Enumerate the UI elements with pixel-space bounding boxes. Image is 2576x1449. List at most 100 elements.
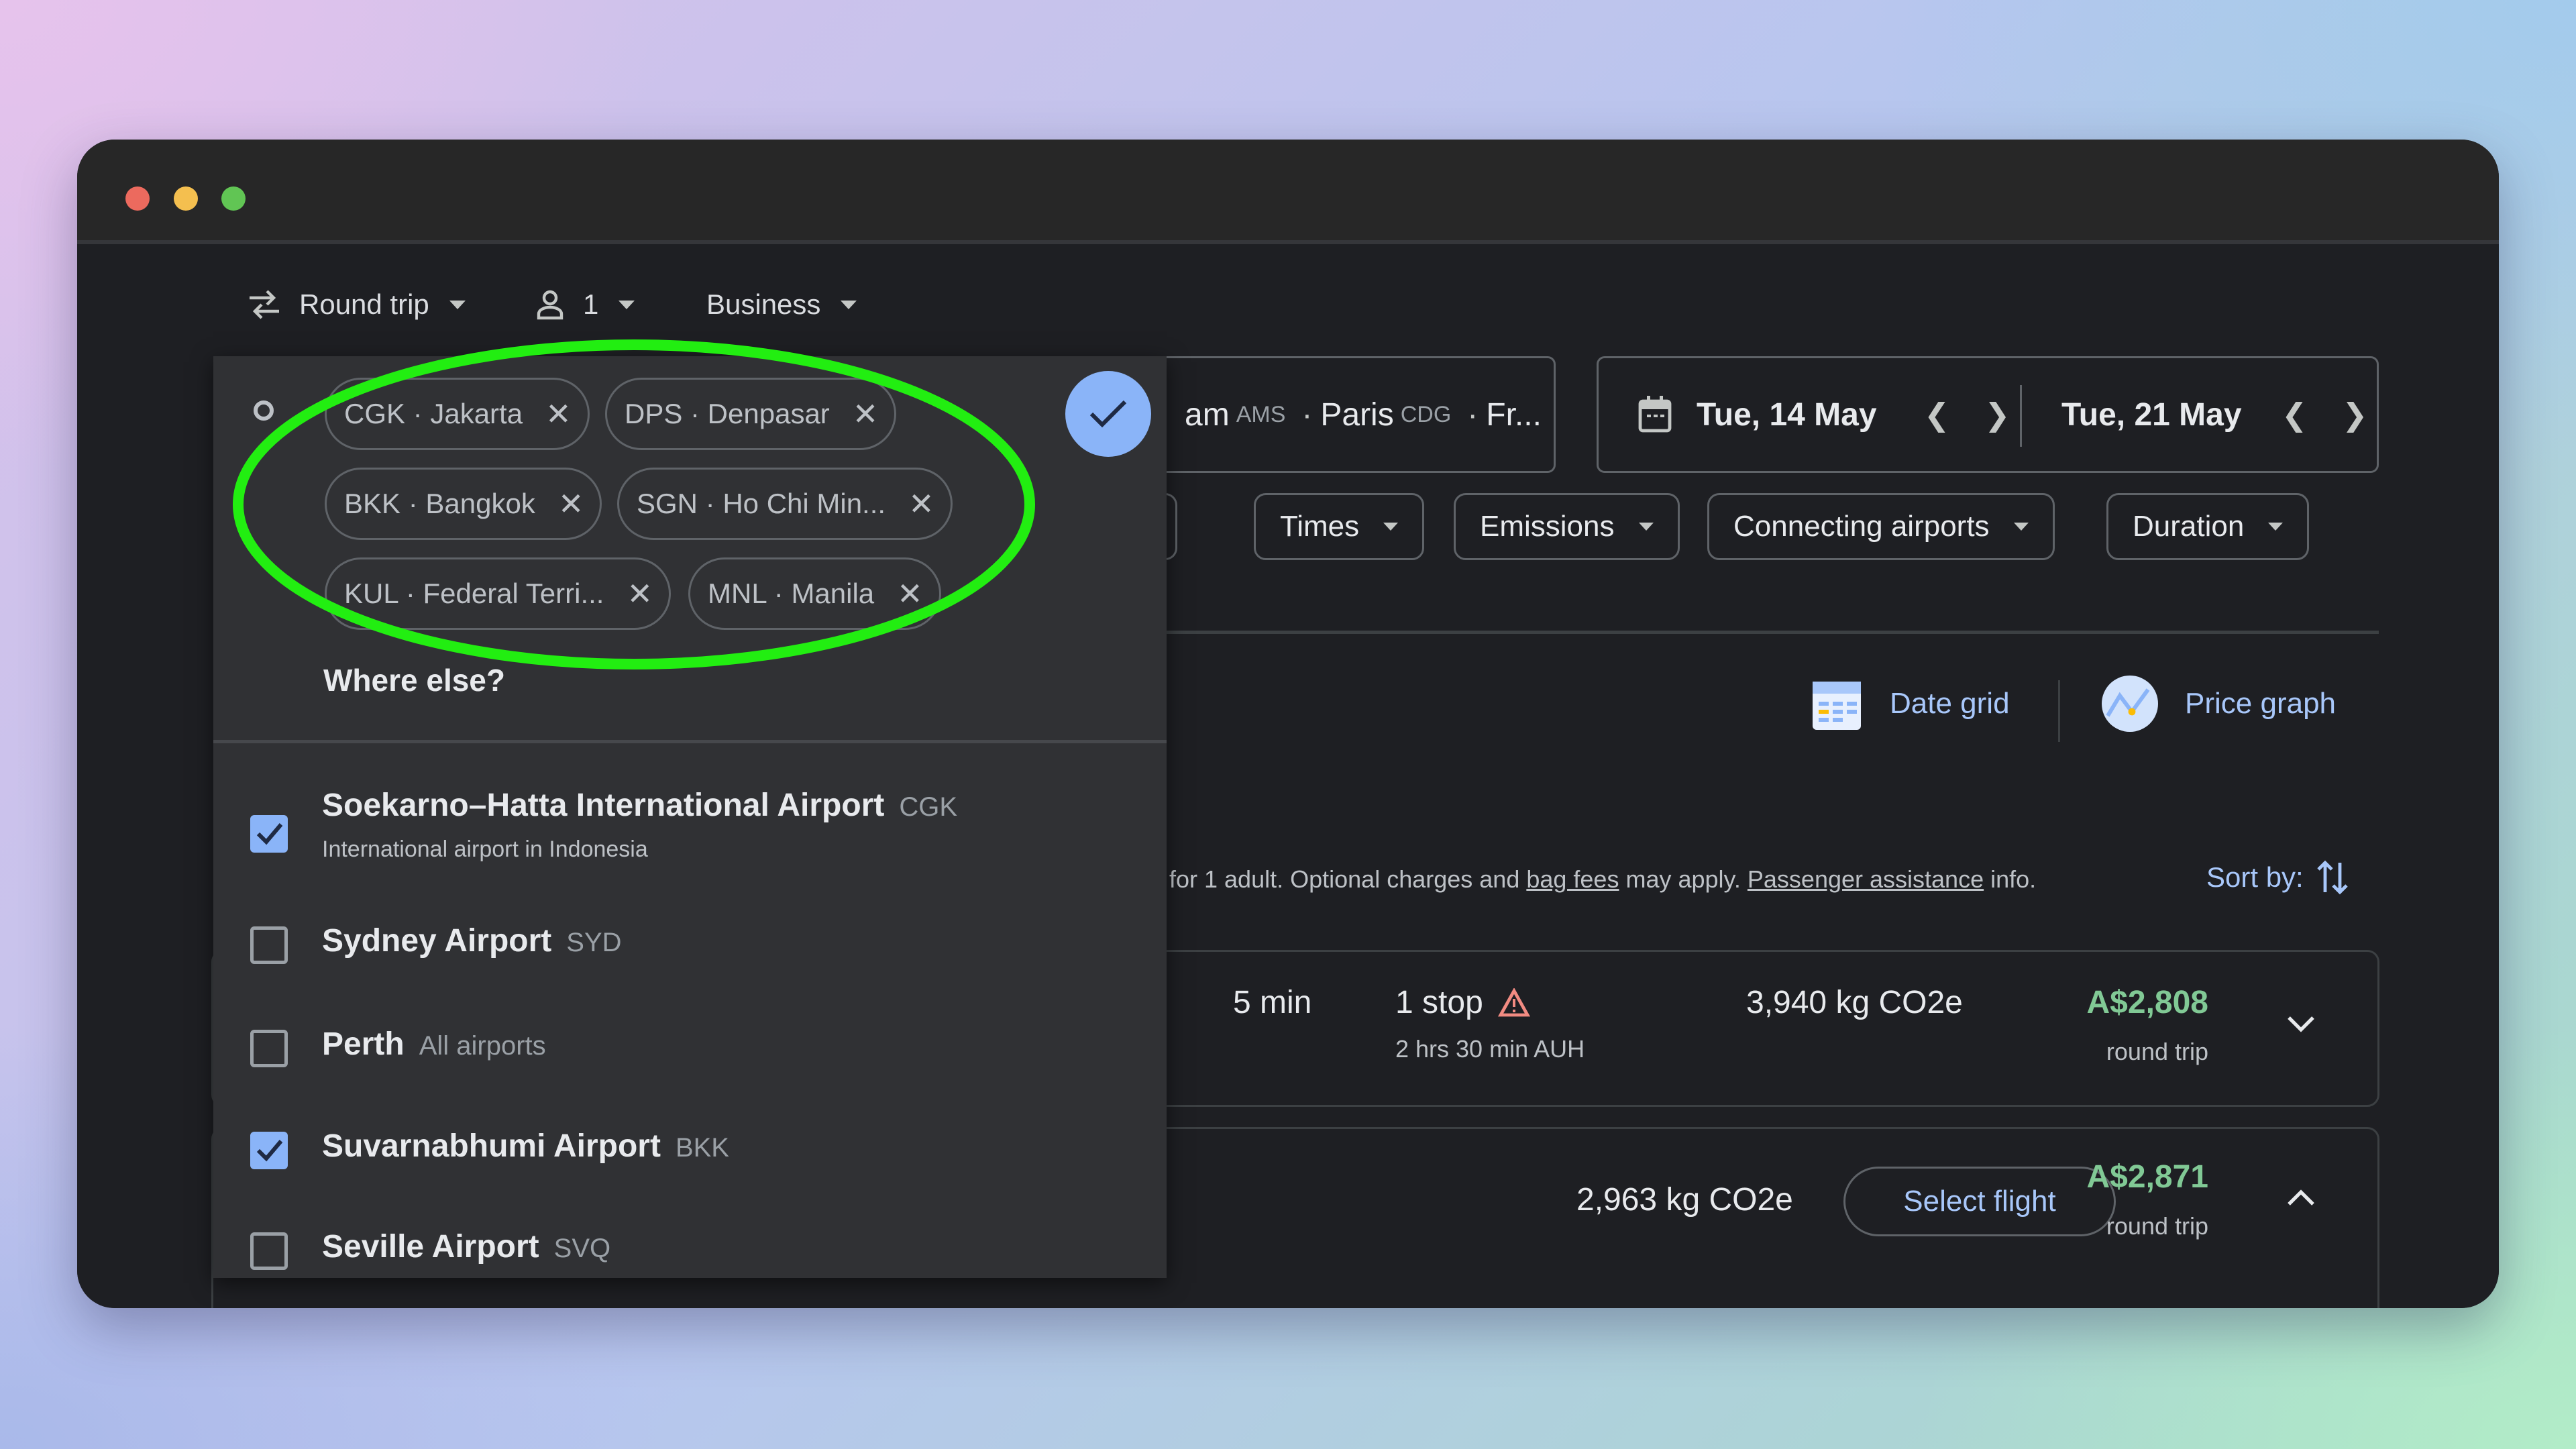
airport-name: Sydney Airport — [322, 923, 552, 959]
flight-stops: 1 stop — [1395, 985, 1483, 1020]
select-flight-label: Select flight — [1903, 1185, 2056, 1218]
caret-down-icon — [2268, 523, 2284, 531]
origin-circle-icon — [254, 400, 274, 421]
origin-chip[interactable]: DPS · Denpasar ✕ — [605, 378, 897, 450]
passenger-assistance-link[interactable]: Passenger assistance — [1748, 865, 1984, 893]
sort-arrows-icon — [2317, 860, 2348, 895]
airport-option[interactable]: Sydney Airport SYD — [213, 893, 1167, 987]
chip-label: KUL · Federal Terri... — [344, 578, 604, 609]
select-flight-button[interactable]: Select flight — [1843, 1167, 2116, 1236]
remove-chip-icon[interactable]: ✕ — [897, 576, 923, 612]
chip-label: BKK · Bangkok — [344, 488, 535, 519]
sort-by-label: Sort by: — [2206, 861, 2304, 893]
flights-page: Round trip 1 Business am AMS · Paris CDG… — [77, 244, 2499, 1308]
airport-code: BKK — [675, 1133, 729, 1163]
info-text: may apply. — [1619, 865, 1748, 893]
remove-chip-icon[interactable]: ✕ — [853, 396, 879, 432]
confirm-origins-button[interactable] — [1065, 371, 1151, 457]
filter-label: Duration — [2133, 510, 2245, 543]
price-graph-button[interactable]: Price graph — [2098, 670, 2336, 737]
checkbox-unchecked[interactable] — [250, 926, 288, 964]
origin-chip[interactable]: SGN · Ho Chi Min... ✕ — [617, 468, 953, 540]
filter-connecting-airports[interactable]: Connecting airports — [1707, 493, 2055, 560]
return-prev-day-button[interactable]: ❮ — [2282, 358, 2308, 471]
airport-code: All airports — [419, 1031, 546, 1061]
chip-label: CGK · Jakarta — [344, 398, 523, 429]
airport-description: International airport in Indonesia — [322, 837, 648, 862]
remove-chip-icon[interactable]: ✕ — [908, 486, 934, 522]
airport-option[interactable]: Suvarnabhumi Airport BKK — [213, 1098, 1167, 1192]
cabin-class-select[interactable]: Business — [706, 284, 857, 325]
chip-label: SGN · Ho Chi Min... — [637, 488, 886, 519]
title-bar — [77, 140, 2499, 244]
filter-label: Times — [1280, 510, 1360, 543]
airport-name: Seville Airport — [322, 1229, 539, 1265]
trip-type-label: Round trip — [299, 288, 429, 320]
date-grid-button[interactable]: Date grid — [1807, 670, 2010, 737]
price-note: round trip — [2106, 1212, 2208, 1240]
close-window-button[interactable] — [125, 186, 150, 211]
where-else-input[interactable]: Where else? — [323, 662, 505, 698]
flight-layover: 2 hrs 30 min AUH — [1395, 1035, 1585, 1063]
return-next-day-button[interactable]: ❯ — [2342, 358, 2368, 471]
origin-chip[interactable]: MNL · Manila ✕ — [688, 557, 941, 630]
warning-icon — [1498, 988, 1530, 1017]
remove-chip-icon[interactable]: ✕ — [558, 486, 584, 522]
caret-down-icon — [841, 300, 857, 309]
depart-date: Tue, 14 May — [1697, 396, 1877, 433]
section-divider — [1124, 631, 2379, 634]
chevron-down-icon[interactable] — [2285, 1014, 2317, 1034]
date-grid-icon — [1813, 682, 1861, 730]
separator-dot: · — [1301, 396, 1313, 433]
minimize-window-button[interactable] — [174, 186, 198, 211]
destination-field[interactable]: am AMS · Paris CDG · Fr... — [1124, 356, 1556, 473]
check-icon — [1089, 400, 1127, 428]
browser-window: Round trip 1 Business am AMS · Paris CDG… — [77, 140, 2499, 1308]
return-date-field[interactable]: Tue, 21 May — [2061, 358, 2242, 471]
chevron-up-icon[interactable] — [2285, 1188, 2317, 1208]
checkbox-unchecked[interactable] — [250, 1232, 288, 1270]
trip-type-select[interactable]: Round trip — [247, 284, 466, 325]
flight-price: A$2,808 — [2086, 985, 2208, 1020]
depart-prev-day-button[interactable]: ❮ — [1924, 358, 1950, 471]
caret-down-icon — [1638, 523, 1654, 531]
price-info-text: s for 1 adult. Optional charges and bag … — [1150, 865, 2036, 894]
airport-option[interactable]: Perth All airports — [213, 996, 1167, 1090]
depart-next-day-button[interactable]: ❯ — [1984, 358, 2010, 471]
depart-date-field[interactable]: Tue, 14 May — [1636, 358, 1877, 471]
check-icon — [256, 823, 283, 845]
date-picker: Tue, 14 May ❮ ❯ Tue, 21 May ❮ ❯ — [1597, 356, 2379, 473]
airport-name: Suvarnabhumi Airport — [322, 1128, 661, 1164]
price-graph-icon — [2102, 676, 2158, 732]
destination-city: Paris — [1320, 396, 1394, 433]
origin-chip[interactable]: CGK · Jakarta ✕ — [325, 378, 590, 450]
passenger-count: 1 — [583, 288, 599, 320]
airport-name: Perth — [322, 1026, 405, 1062]
airport-option[interactable]: Soekarno–Hatta International Airport CGK … — [213, 767, 1167, 885]
maximize-window-button[interactable] — [221, 186, 246, 211]
filter-duration[interactable]: Duration — [2106, 493, 2310, 560]
checkbox-unchecked[interactable] — [250, 1030, 288, 1067]
check-icon — [256, 1140, 283, 1162]
filter-times[interactable]: Times — [1254, 493, 1425, 560]
airport-name: Soekarno–Hatta International Airport — [322, 788, 885, 823]
price-graph-label: Price graph — [2185, 687, 2337, 720]
return-date: Tue, 21 May — [2061, 396, 2242, 433]
airport-code: SVQ — [553, 1234, 611, 1263]
checkbox-checked[interactable] — [250, 815, 288, 853]
passengers-select[interactable]: 1 — [535, 284, 635, 325]
caret-down-icon — [449, 300, 466, 309]
remove-chip-icon[interactable]: ✕ — [627, 576, 653, 612]
filter-emissions[interactable]: Emissions — [1454, 493, 1680, 560]
chip-label: MNL · Manila — [708, 578, 875, 609]
sort-by-button[interactable]: Sort by: — [2206, 857, 2349, 898]
origin-chip[interactable]: BKK · Bangkok ✕ — [325, 468, 602, 540]
airport-option[interactable]: Seville Airport SVQ — [213, 1199, 1167, 1293]
filter-label: Connecting airports — [1733, 510, 1990, 543]
person-icon — [537, 290, 564, 320]
origin-chip[interactable]: KUL · Federal Terri... ✕ — [325, 557, 672, 630]
bag-fees-link[interactable]: bag fees — [1526, 865, 1619, 893]
checkbox-checked[interactable] — [250, 1132, 288, 1169]
remove-chip-icon[interactable]: ✕ — [545, 396, 572, 432]
filter-label: Emissions — [1480, 510, 1615, 543]
